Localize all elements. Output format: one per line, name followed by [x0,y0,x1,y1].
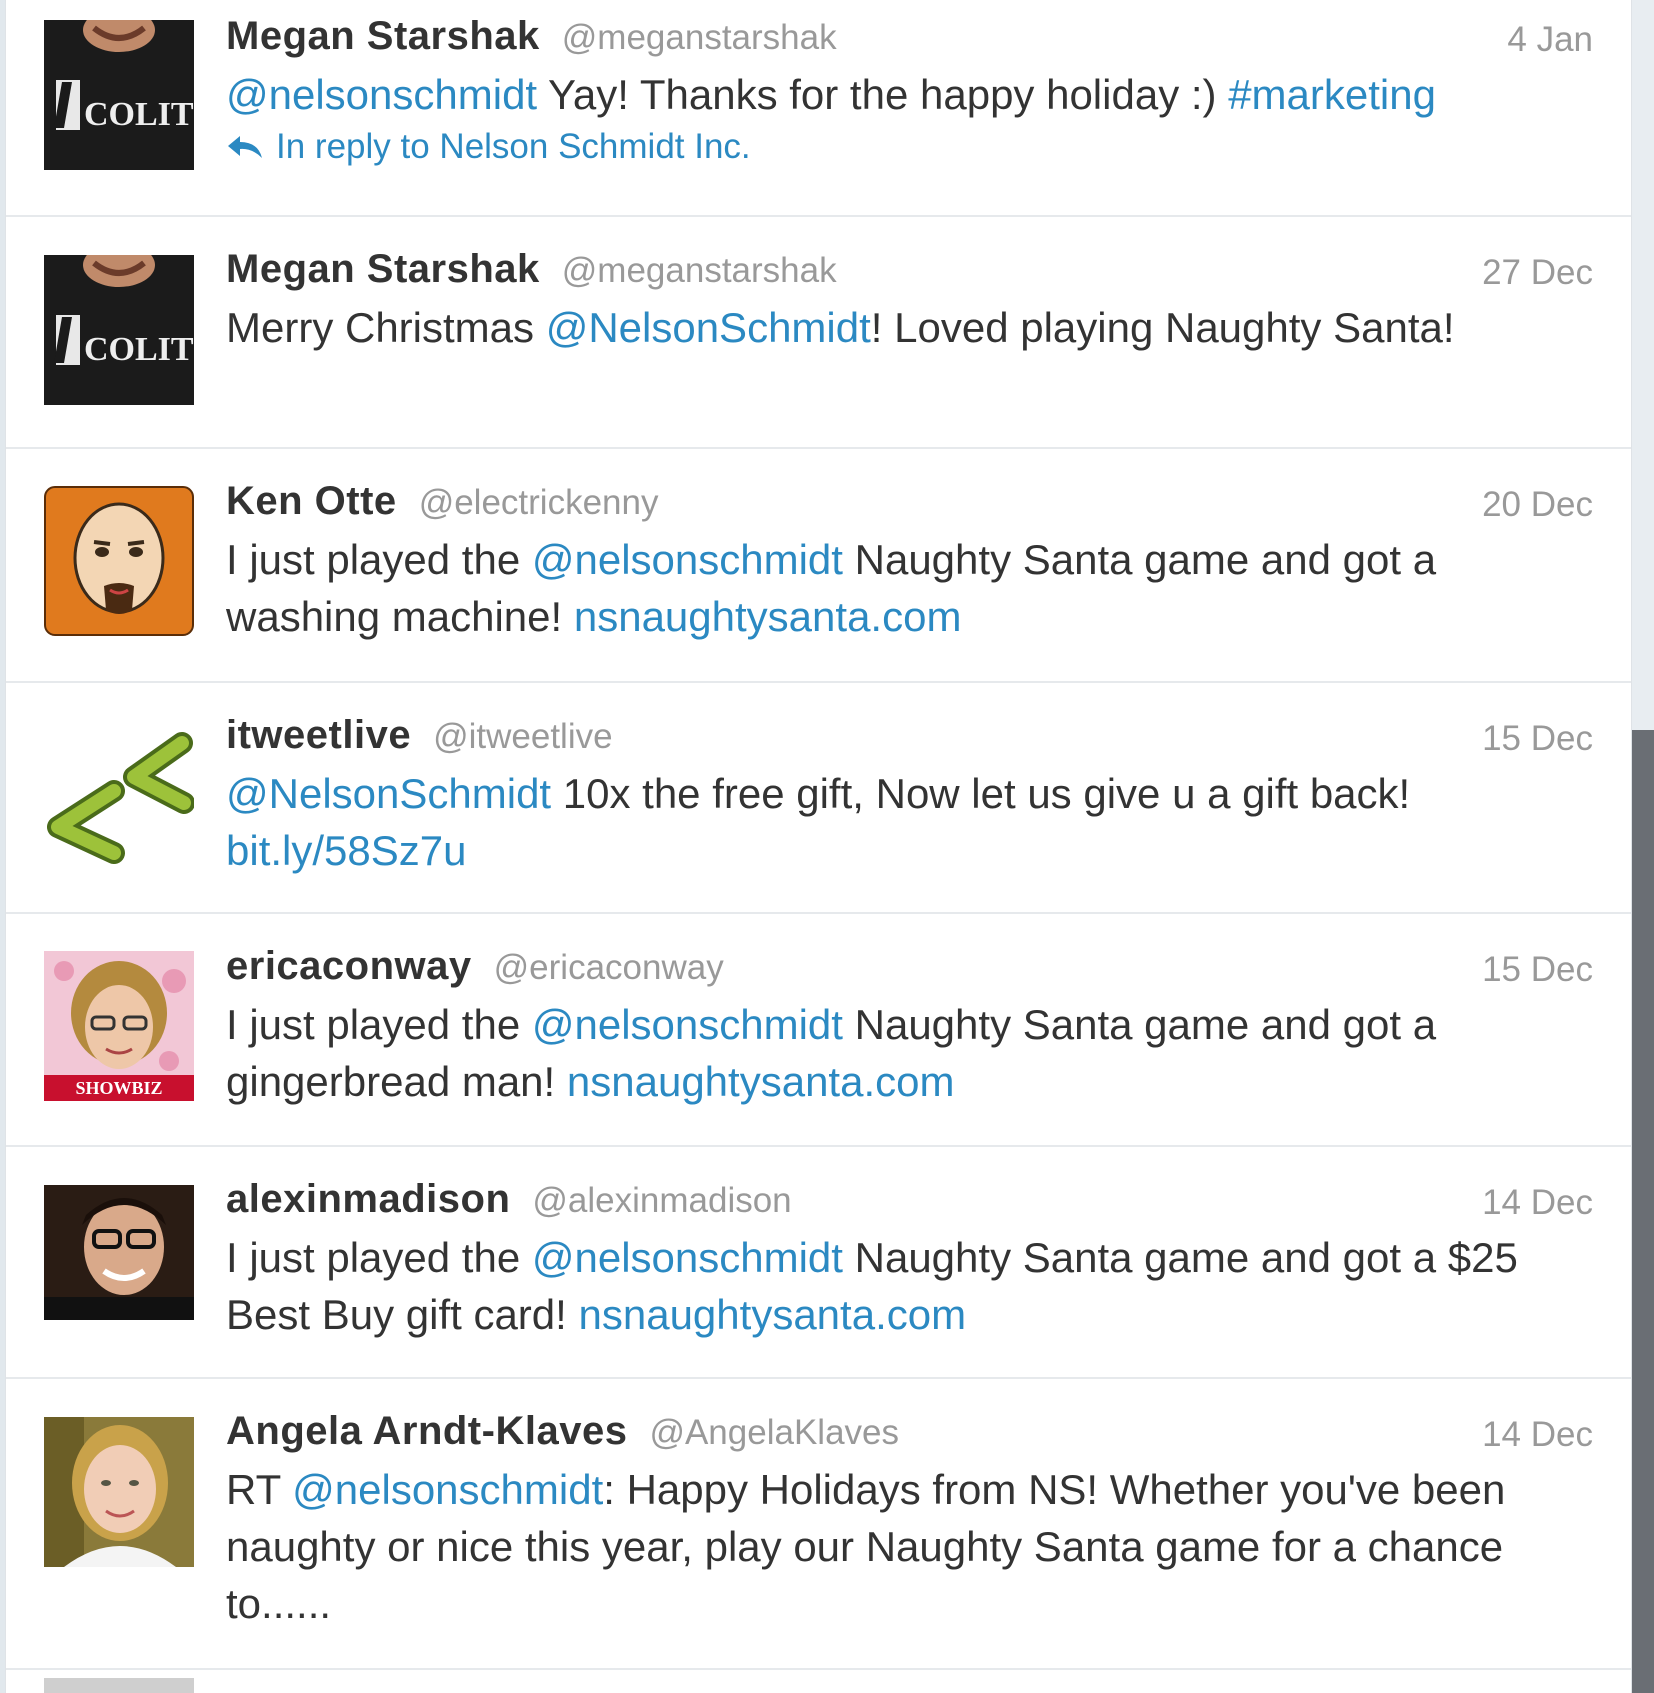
user-handle[interactable]: @alexinmadison [532,1181,791,1220]
next-avatar-partial [44,1678,194,1693]
tweet-timestamp[interactable]: 20 Dec [1482,485,1593,525]
mention-link[interactable]: @NelsonSchmidt [546,304,871,351]
tweet-header: alexinmadison @alexinmadison 14 Dec [226,1177,1593,1229]
hashtag-link[interactable]: #marketing [1228,71,1436,118]
url-link[interactable]: nsnaughtysanta.com [574,593,962,640]
tweet-timestamp[interactable]: 27 Dec [1482,253,1593,293]
tweet-header: ericaconway @ericaconway 15 Dec [226,944,1593,996]
tweet-text-segment: ! Loved playing Naughty Santa! [870,304,1455,351]
user-name[interactable]: itweetlive [226,713,411,757]
url-link[interactable]: bit.ly/58Sz7u [226,827,466,874]
scrollbar[interactable] [1632,0,1654,1693]
url-link[interactable]: nsnaughtysanta.com [567,1058,955,1105]
tweet-text-segment: 10x the free gift, Now let us give u a g… [551,770,1411,817]
woman-glasses-pink-avatar[interactable]: SHOWBIZ [44,951,194,1101]
user-handle[interactable]: @itweetlive [433,717,612,756]
tweet[interactable]: SHOWBIZ ericaconway @ericaconway 15 Dec I… [6,914,1631,1147]
in-reply-to-link[interactable]: In reply to Nelson Schmidt Inc. [226,127,1593,167]
tweet-header: Megan Starshak @meganstarshak 4 Jan [226,14,1593,66]
tweet[interactable]: itweetlive @itweetlive 15 Dec @NelsonSchm… [6,683,1631,914]
tweet-timestamp[interactable]: 15 Dec [1482,950,1593,990]
hooligan-shirt-avatar[interactable]: COLIT [44,255,194,405]
tweet-stream: COLIT Megan Starshak @meganstarshak 4 Jan… [5,0,1632,1693]
tweet-header: Megan Starshak @meganstarshak 27 Dec [226,247,1593,299]
next-tweet-partial [6,1670,1631,1693]
blonde-woman-avatar[interactable] [44,1417,194,1567]
tweet[interactable]: Angela Arndt-Klaves @AngelaKlaves 14 Dec … [6,1379,1631,1670]
tweet-text-segment: I just played the [226,1001,532,1048]
user-name[interactable]: ericaconway [226,944,472,988]
cartoon-bald-man-avatar[interactable] [44,486,194,636]
tweet-text-segment: I just played the [226,1234,532,1281]
tweet-text: I just played the @nelsonschmidt Naughty… [226,531,1593,645]
tweet-text: RT @nelsonschmidt: Happy Holidays from N… [226,1461,1593,1632]
tweet-text-segment: Merry Christmas [226,304,546,351]
svg-text:COLIT: COLIT [84,331,194,368]
mention-link[interactable]: @nelsonschmidt [532,536,843,583]
reply-label: In reply to Nelson Schmidt Inc. [276,127,751,166]
tweet-timestamp[interactable]: 14 Dec [1482,1183,1593,1223]
user-name[interactable]: alexinmadison [226,1177,510,1221]
tweet[interactable]: COLIT Megan Starshak @meganstarshak 4 Jan… [6,0,1631,217]
tweet-timestamp[interactable]: 15 Dec [1482,719,1593,759]
user-handle[interactable]: @meganstarshak [562,18,837,57]
user-handle[interactable]: @electrickenny [419,483,659,522]
tweet[interactable]: COLIT Megan Starshak @meganstarshak 27 De… [6,217,1631,449]
tweet-text-segment: I just played the [226,536,532,583]
mention-link[interactable]: @nelsonschmidt [292,1466,603,1513]
svg-text:SHOWBIZ: SHOWBIZ [75,1078,162,1098]
tweet-timestamp[interactable]: 14 Dec [1482,1415,1593,1455]
tweet-text: @nelsonschmidt Yay! Thanks for the happy… [226,66,1593,123]
scrollbar-track-dark [1632,730,1654,1693]
tweet[interactable]: alexinmadison @alexinmadison 14 Dec I jus… [6,1147,1631,1379]
user-name[interactable]: Megan Starshak [226,14,540,58]
tweet-text-segment: Yay! Thanks for the happy holiday :) [537,71,1229,118]
reply-arrow-icon [228,136,262,158]
user-handle[interactable]: @meganstarshak [562,251,837,290]
mention-link[interactable]: @nelsonschmidt [226,71,537,118]
user-handle[interactable]: @ericaconway [494,948,724,987]
hooligan-shirt-avatar[interactable]: COLIT [44,20,194,170]
tweet-text: I just played the @nelsonschmidt Naughty… [226,996,1593,1110]
user-name[interactable]: Megan Starshak [226,247,540,291]
user-name[interactable]: Ken Otte [226,479,397,523]
woman-glasses-dark-avatar[interactable] [44,1185,194,1320]
user-name[interactable]: Angela Arndt-Klaves [226,1409,627,1453]
user-handle[interactable]: @AngelaKlaves [649,1413,899,1452]
tweet-header: Ken Otte @electrickenny 20 Dec [226,479,1593,531]
tweet-header: Angela Arndt-Klaves @AngelaKlaves 14 Dec [226,1409,1593,1461]
tweet-text: Merry Christmas @NelsonSchmidt! Loved pl… [226,299,1593,356]
mention-link[interactable]: @NelsonSchmidt [226,770,551,817]
mention-link[interactable]: @nelsonschmidt [532,1001,843,1048]
tweet-text-segment: RT [226,1466,293,1513]
tweet-text: I just played the @nelsonschmidt Naughty… [226,1229,1593,1343]
tweet-text: @NelsonSchmidt 10x the free gift, Now le… [226,765,1593,879]
url-link[interactable]: nsnaughtysanta.com [579,1291,967,1338]
mention-link[interactable]: @nelsonschmidt [532,1234,843,1281]
green-arrows-avatar[interactable] [44,723,194,873]
tweet-timestamp[interactable]: 4 Jan [1507,20,1593,60]
tweet[interactable]: Ken Otte @electrickenny 20 Dec I just pla… [6,449,1631,683]
tweet-header: itweetlive @itweetlive 15 Dec [226,713,1593,765]
svg-text:COLIT: COLIT [84,96,194,133]
